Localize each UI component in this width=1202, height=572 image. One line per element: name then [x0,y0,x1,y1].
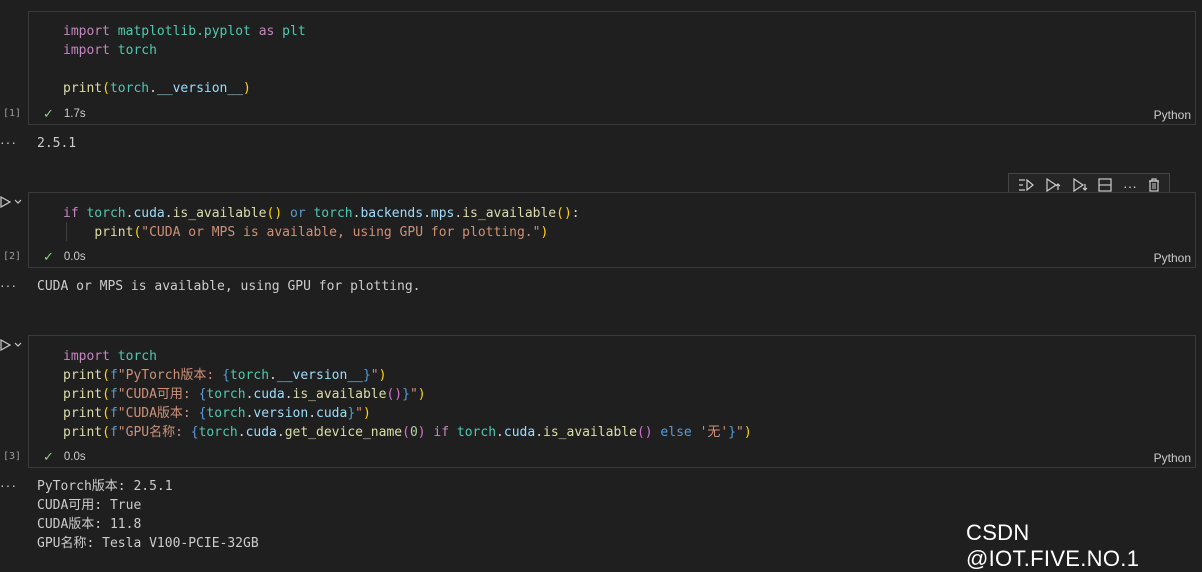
code-token: "GPU名称: [117,425,191,440]
code-token: cuda [245,425,277,440]
language-picker[interactable]: Python [1154,251,1191,265]
code-token: "CUDA可用: [117,387,199,402]
code-token: is_available [172,206,267,221]
code-token: torch [229,368,270,383]
code-token: get_device_name [284,425,403,440]
code-token: else [660,425,692,440]
chevron-down-icon[interactable] [14,342,22,348]
code-token: plt [282,24,306,39]
code-token: import [63,43,110,58]
check-icon: ✓ [43,106,54,121]
code-token: if [63,206,79,221]
code-token: " [409,387,418,402]
code-token: f [109,368,118,383]
code-token: f [109,387,118,402]
code-token: mps [430,206,455,221]
code-token: 0 [409,425,418,440]
exec-duration: 0.0s [63,251,86,263]
code-token: matplotlib.pyplot [117,24,251,39]
code-token: torch [206,406,246,421]
check-icon: ✓ [43,449,54,464]
code-token: "CUDA版本: [117,406,199,421]
code-token: import [63,24,110,39]
code-token: "CUDA or MPS is available, using GPU for… [141,225,541,240]
more-actions-icon[interactable]: ··· [1123,179,1137,193]
code-token: " [736,425,744,440]
code-token: cuda [316,406,348,421]
code-token: backends [360,206,424,221]
code-token: "PyTorch版本: [117,368,223,383]
code-token: print [94,225,134,240]
language-picker[interactable]: Python [1154,108,1191,122]
language-picker[interactable]: Python [1154,451,1191,465]
code-token: print [63,406,103,421]
code-token: or [290,206,306,221]
code-token: __version__ [156,81,244,96]
output-more-icon[interactable]: ··· [0,134,17,150]
code-token: torch [198,425,238,440]
code-token: as [258,24,275,39]
code-token: " [370,368,379,383]
code-token: torch [117,349,157,364]
code-token: print [63,368,103,383]
code-editor[interactable]: if torch.cuda.is_available() or torch.ba… [63,204,580,242]
code-editor[interactable]: import matplotlib.pyplot as plt import t… [63,22,306,98]
code-token: print [63,425,103,440]
cell-status: ✓ 0.0s [43,449,86,465]
code-token: " [355,406,363,421]
code-token: cuda [503,425,536,440]
check-icon: ✓ [43,249,54,264]
chevron-down-icon[interactable] [14,199,22,205]
cell-output: 2.5.1 [37,136,77,151]
code-cell-1[interactable]: import matplotlib.pyplot as plt import t… [28,11,1196,125]
play-icon[interactable] [0,196,11,208]
execution-count: [1] [3,108,22,119]
code-token: if [433,425,450,440]
code-token: torch [109,81,150,96]
code-token: torch [456,425,497,440]
execution-count: [2] [3,251,22,262]
code-token: is_available [292,387,387,402]
code-token: cuda [253,387,285,402]
code-token: is_available [543,425,637,440]
execution-count: [3] [3,451,22,462]
code-token: __version__ [276,368,363,383]
output-more-icon[interactable]: ··· [0,477,17,493]
code-token: print [63,387,103,402]
cell-output: PyTorch版本: 2.5.1 CUDA可用: True CUDA版本: 11… [37,479,259,551]
code-editor[interactable]: import torch print(f"PyTorch版本: {torch._… [63,347,752,442]
exec-duration: 1.7s [63,108,86,120]
code-token: torch [86,206,126,221]
code-token: torch [313,206,353,221]
code-token: version [253,406,309,421]
play-icon[interactable] [0,339,11,351]
code-token: torch [206,387,246,402]
code-cell-3[interactable]: import torch print(f"PyTorch版本: {torch._… [28,335,1196,468]
code-token: cuda [133,206,165,221]
code-token: f [109,425,118,440]
run-cell-button[interactable] [0,196,22,208]
cell-status: ✓ 1.7s [43,106,86,122]
code-token: torch [117,43,157,58]
code-token: import [63,349,110,364]
cell-output: CUDA or MPS is available, using GPU for … [37,279,421,294]
code-cell-2[interactable]: if torch.cuda.is_available() or torch.ba… [28,192,1196,268]
code-token: f [109,406,118,421]
code-token: print [63,81,103,96]
cell-status: ✓ 0.0s [43,249,86,265]
output-more-icon[interactable]: ··· [0,277,17,293]
run-cell-button[interactable] [0,339,22,351]
code-token: is_available [462,206,557,221]
code-token: '无' [699,425,729,440]
watermark: CSDN @IOT.FIVE.NO.1 [966,520,1140,571]
indent-guide [66,222,67,241]
exec-duration: 0.0s [63,451,86,463]
